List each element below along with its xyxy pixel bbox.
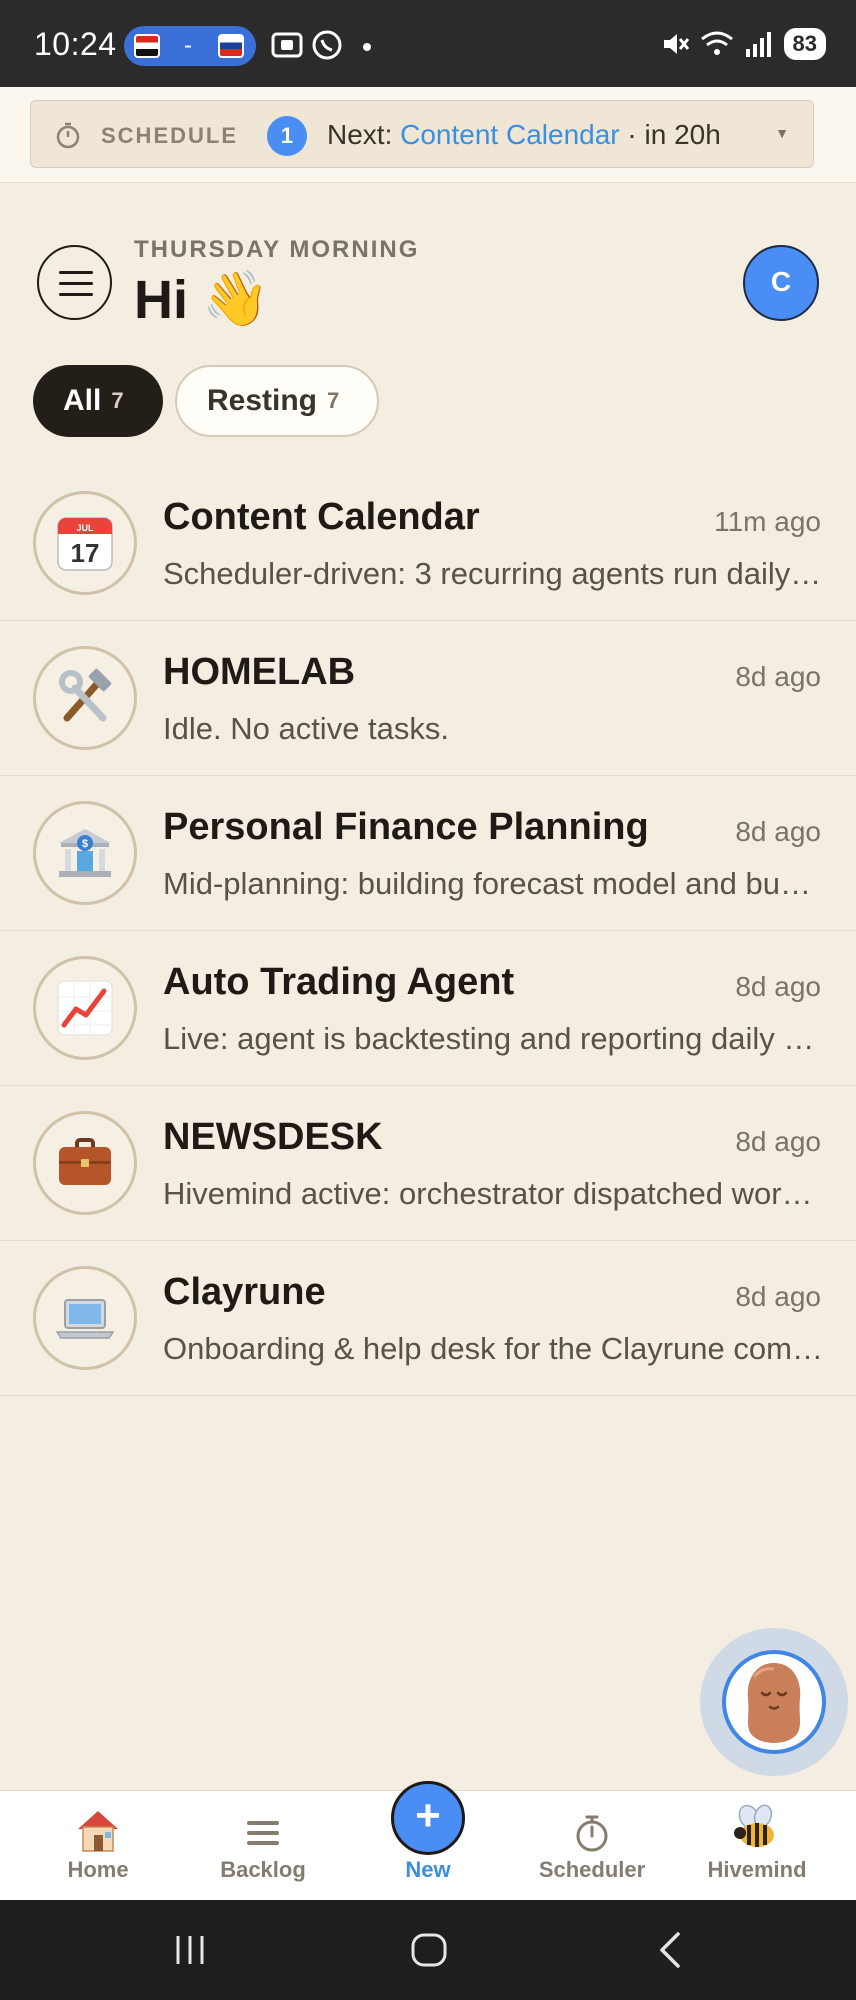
item-time: 8d ago	[735, 1281, 821, 1312]
svg-text:JUL: JUL	[76, 523, 94, 533]
clay-character-icon	[747, 1663, 801, 1743]
nav-hivemind[interactable]: Hivemind	[687, 1803, 827, 1883]
item-time: 8d ago	[735, 661, 821, 692]
back-icon[interactable]	[652, 1930, 688, 1970]
chevron-down-icon[interactable]: ▼	[775, 125, 789, 141]
calendar-icon: JUL 17	[33, 491, 137, 595]
battery-indicator: 83	[783, 28, 826, 60]
filter-chip-resting[interactable]: Resting 7	[175, 365, 379, 437]
greeting-subtitle: THURSDAY MORNING	[134, 236, 420, 263]
nav-home[interactable]: Home	[28, 1803, 168, 1883]
item-title: NEWSDESK	[163, 1116, 383, 1158]
greeting-text: Hi	[134, 269, 188, 330]
avatar[interactable]: C	[743, 245, 819, 321]
list-item[interactable]: $ Personal Finance Planning 8d ago Mid-p…	[0, 776, 856, 931]
chart-up-icon	[33, 956, 137, 1060]
pill-separator: -	[184, 32, 192, 59]
item-time: 8d ago	[735, 1126, 821, 1157]
system-nav-bar	[0, 1900, 856, 2000]
item-description: Live: agent is backtesting and reporting…	[163, 1021, 823, 1056]
nav-new-label: New	[405, 1857, 451, 1882]
item-title: Auto Trading Agent	[163, 961, 515, 1003]
schedule-next-prefix: Next:	[327, 119, 393, 150]
svg-text:17: 17	[71, 538, 100, 568]
nav-backlog[interactable]: Backlog	[193, 1803, 333, 1883]
nav-hivemind-label: Hivemind	[707, 1857, 807, 1882]
item-time: 11m ago	[714, 506, 821, 537]
list-item[interactable]: Clayrune 8d ago Onboarding & help desk f…	[0, 1241, 856, 1396]
filter-chip-count: 7	[111, 388, 124, 413]
item-title: HOMELAB	[163, 651, 356, 693]
bee-icon	[734, 1804, 774, 1847]
russia-flag-icon	[218, 34, 244, 58]
house-icon	[78, 1811, 118, 1852]
assistant-fab-button[interactable]	[722, 1650, 826, 1754]
schedule-next-time: · in 20h	[627, 119, 721, 150]
stopwatch-icon	[56, 122, 80, 149]
item-time: 8d ago	[735, 816, 821, 847]
svg-text:$: $	[82, 838, 88, 850]
item-description: Onboarding & help desk for the Clayrune …	[163, 1331, 823, 1366]
recent-apps-icon[interactable]	[170, 1930, 210, 1970]
list-item[interactable]: JUL 17 Content Calendar 11m ago Schedule…	[0, 466, 856, 621]
new-button[interactable]: +	[391, 1781, 465, 1855]
briefcase-icon	[33, 1111, 137, 1215]
list-item[interactable]: HOMELAB 8d ago Idle. No active tasks.	[0, 621, 856, 776]
nav-scheduler[interactable]: Scheduler	[522, 1803, 662, 1883]
list-icon	[247, 1821, 279, 1845]
schedule-bar: SCHEDULE 1 Next: Content Calendar · in 2…	[0, 87, 856, 183]
bank-icon: $	[33, 801, 137, 905]
call-pill[interactable]: -	[124, 26, 256, 66]
item-title: Content Calendar	[163, 496, 480, 538]
stopwatch-icon	[576, 1815, 608, 1852]
whatsapp-icon	[312, 30, 342, 60]
hamburger-icon-line	[59, 293, 93, 296]
filter-chip-label: All	[63, 384, 102, 417]
project-list: JUL 17 Content Calendar 11m ago Schedule…	[0, 466, 856, 1396]
schedule-label: SCHEDULE	[101, 123, 239, 148]
bottom-nav: Home Backlog + New Scheduler Hivemind	[0, 1781, 856, 1900]
wifi-icon	[700, 31, 733, 55]
home-icon[interactable]	[408, 1930, 450, 1970]
mute-icon	[663, 34, 689, 54]
page-title: Hi 👋	[134, 268, 269, 331]
nav-backlog-label: Backlog	[220, 1857, 306, 1882]
hammer-wrench-icon	[33, 646, 137, 750]
item-time: 8d ago	[735, 971, 821, 1002]
list-item[interactable]: Auto Trading Agent 8d ago Live: agent is…	[0, 931, 856, 1086]
status-time: 10:24	[34, 26, 117, 62]
schedule-next-link[interactable]: Content Calendar	[400, 119, 619, 150]
screenshot-icon	[271, 32, 303, 58]
filter-chip-label: Resting	[207, 384, 318, 417]
menu-button[interactable]	[37, 245, 112, 320]
item-description: Hivemind active: orchestrator dispatched…	[163, 1176, 823, 1211]
hamburger-icon	[59, 271, 93, 274]
list-item[interactable]: NEWSDESK 8d ago Hivemind active: orchest…	[0, 1086, 856, 1241]
notification-dot-icon	[363, 43, 371, 51]
item-description: Scheduler-driven: 3 recurring agents run…	[163, 556, 823, 591]
filter-chip-all[interactable]: All 7	[33, 365, 163, 437]
nav-home-label: Home	[67, 1857, 129, 1882]
filter-chip-count: 7	[327, 388, 340, 413]
item-title: Personal Finance Planning	[163, 806, 649, 848]
nav-scheduler-label: Scheduler	[538, 1857, 646, 1882]
hamburger-icon-line	[59, 282, 93, 285]
item-description: Mid-planning: building forecast model an…	[163, 866, 823, 901]
schedule-count-badge: 1	[267, 116, 307, 156]
schedule-banner[interactable]: SCHEDULE 1 Next: Content Calendar · in 2…	[30, 100, 814, 168]
item-title: Clayrune	[163, 1271, 326, 1313]
signal-icon	[745, 32, 771, 57]
egypt-flag-icon	[134, 34, 160, 58]
waving-hand-icon: 👋	[202, 269, 270, 329]
schedule-next: Next: Content Calendar · in 20h	[327, 119, 721, 151]
laptop-icon	[33, 1266, 137, 1370]
status-bar: 10:24 - 83	[0, 0, 856, 87]
item-description: Idle. No active tasks.	[163, 711, 450, 746]
